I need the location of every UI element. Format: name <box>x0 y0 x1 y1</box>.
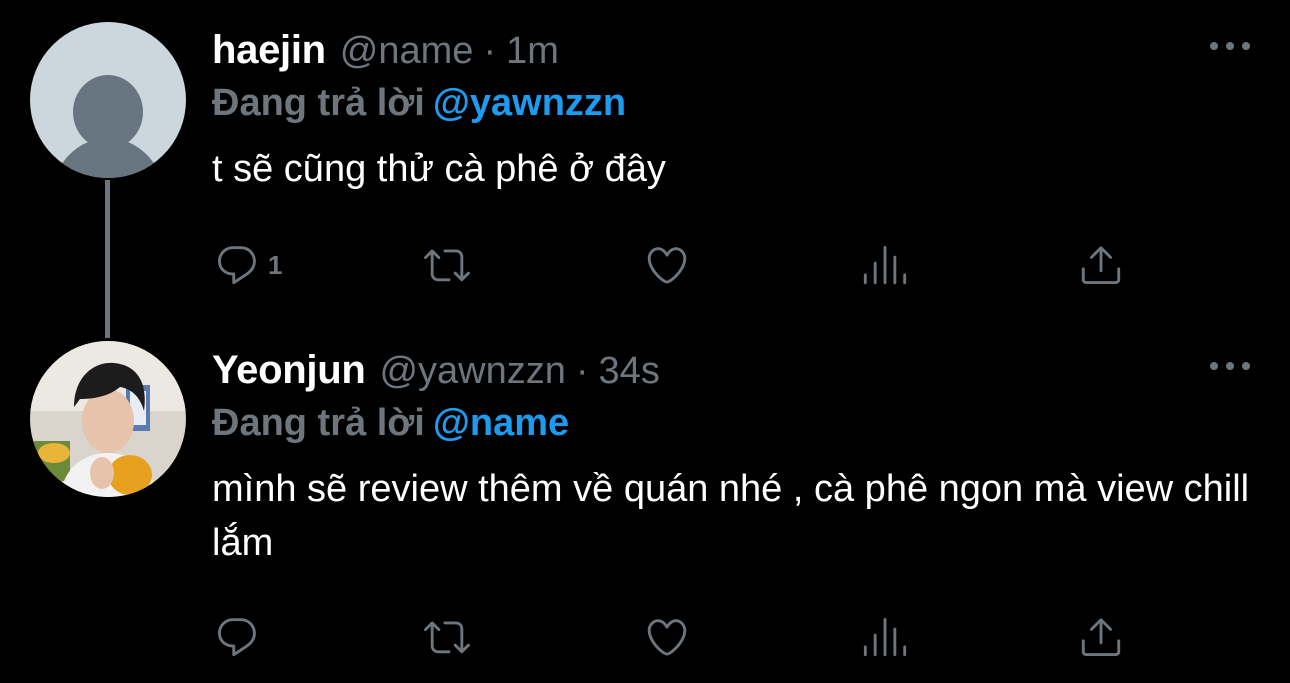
reply-icon <box>218 618 256 657</box>
separator: · <box>575 350 589 392</box>
replying-to-label: Đang trả lời <box>212 82 425 124</box>
tweet-text: mình sẽ review thêm về quán nhé , cà phê… <box>212 468 1250 564</box>
reply-button[interactable] <box>214 612 268 662</box>
reply-icon <box>218 246 256 285</box>
tweet-header: haejin @name · 1m <box>212 28 1250 72</box>
analytics-button[interactable] <box>862 612 908 662</box>
tweet-content: haejin @name · 1m Đang trả lời @yawnzzn t… <box>212 28 1250 196</box>
like-icon <box>647 619 687 656</box>
share-button[interactable] <box>1078 240 1124 290</box>
analytics-icon <box>863 245 907 285</box>
like-button[interactable] <box>644 612 690 662</box>
tweet-content: Yeonjun @yawnzzn · 34s Đang trả lời @name… <box>212 348 1250 570</box>
avatar[interactable] <box>30 341 186 497</box>
replying-to: Đang trả lời @yawnzzn <box>212 82 1250 128</box>
timestamp[interactable]: 34s <box>599 350 660 393</box>
replying-to-label: Đang trả lời <box>212 402 425 444</box>
share-icon <box>1081 618 1121 657</box>
tweet[interactable]: haejin @name · 1m Đang trả lời @yawnzzn t… <box>0 0 1290 338</box>
reply-button[interactable]: 1 <box>214 240 282 290</box>
replying-to-handle[interactable]: @yawnzzn <box>433 82 626 124</box>
default-avatar-icon <box>30 22 186 178</box>
like-button[interactable] <box>644 240 690 290</box>
retweet-button[interactable] <box>424 240 470 290</box>
analytics-icon <box>863 617 907 657</box>
tweet-actions <box>212 612 1132 662</box>
replying-to: Đang trả lời @name <box>212 402 1250 448</box>
tweet[interactable]: Yeonjun @yawnzzn · 34s Đang trả lời @name… <box>0 330 1290 683</box>
more-icon[interactable] <box>1210 36 1250 56</box>
analytics-button[interactable] <box>862 240 908 290</box>
handle[interactable]: @yawnzzn <box>379 350 565 393</box>
thread-line <box>105 180 110 338</box>
retweet-button[interactable] <box>424 612 470 662</box>
like-icon <box>647 247 687 284</box>
tweet-header: Yeonjun @yawnzzn · 34s <box>212 348 1250 392</box>
timestamp[interactable]: 1m <box>506 30 559 73</box>
retweet-icon <box>424 249 470 282</box>
display-name[interactable]: haejin <box>212 28 326 73</box>
tweet-text: t sẽ cũng thử cà phê ở đây <box>212 148 666 190</box>
handle[interactable]: @name <box>340 30 474 73</box>
reply-count: 1 <box>268 249 283 280</box>
display-name[interactable]: Yeonjun <box>212 348 366 393</box>
share-button[interactable] <box>1078 612 1124 662</box>
retweet-icon <box>424 621 470 654</box>
tweet-actions: 1 <box>212 240 1132 290</box>
avatar[interactable] <box>30 22 186 178</box>
separator: · <box>483 30 497 72</box>
profile-photo-icon <box>30 341 186 497</box>
more-icon[interactable] <box>1210 356 1250 376</box>
replying-to-handle[interactable]: @name <box>433 402 569 444</box>
share-icon <box>1081 246 1121 285</box>
